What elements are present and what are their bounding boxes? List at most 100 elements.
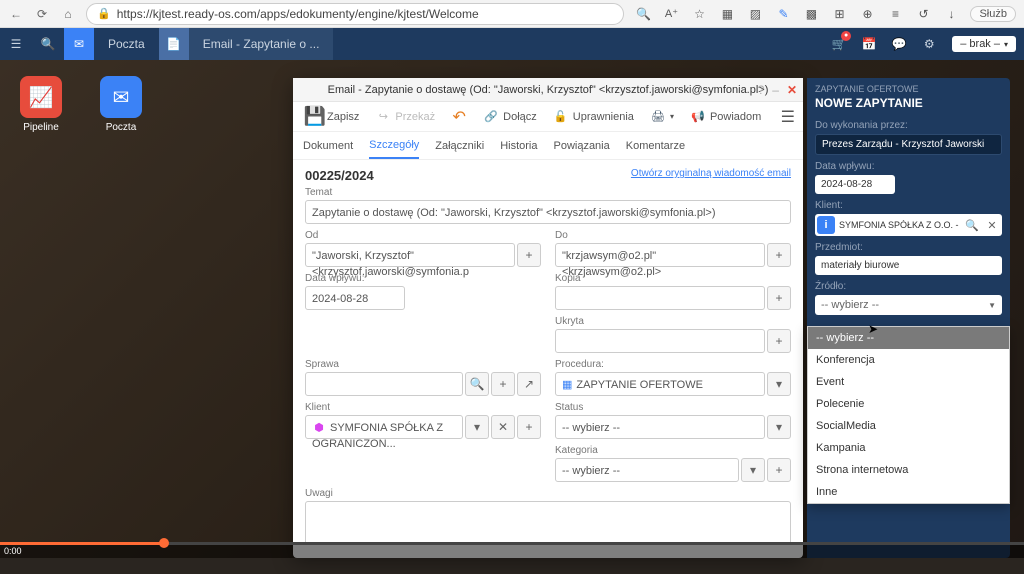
minimize-icon[interactable]: – (772, 83, 779, 97)
desktop-icon-poczta[interactable]: ✉ Poczta (96, 76, 146, 133)
close-icon[interactable]: ✕ (787, 83, 797, 97)
klient-dropdown-button[interactable]: ▾ (465, 415, 489, 439)
klient-clear-button[interactable]: ✕ (491, 415, 515, 439)
input-kategoria[interactable]: -- wybierz -- (555, 458, 739, 482)
input-przedmiot[interactable] (815, 256, 1002, 275)
add-sprawa-button[interactable]: + (491, 372, 515, 396)
dd-item-kampania[interactable]: Kampania (808, 437, 1009, 459)
select-zrodlo[interactable]: -- wybierz --▼ (815, 295, 1002, 315)
dd-item-wybierz[interactable]: -- wybierz -- (808, 327, 1009, 349)
dd-item-strona[interactable]: Strona internetowa (808, 459, 1009, 481)
zoom-icon[interactable]: 🔍 (634, 5, 652, 23)
megaphone-icon: 📢 (690, 109, 706, 125)
label-uwagi: Uwagi (305, 488, 791, 499)
side-klient-search-icon[interactable]: 🔍 (964, 217, 980, 233)
label-temat: Temat (305, 187, 791, 198)
ext1-icon[interactable]: ▦ (718, 5, 736, 23)
chat-icon[interactable]: 💬 (884, 28, 914, 60)
input-do[interactable]: "krzjawsym@o2.pl" <krzjawsym@o2.pl> (555, 243, 765, 267)
read-aloud-icon[interactable]: A⁺ (662, 5, 680, 23)
input-s-data[interactable] (815, 175, 895, 194)
calendar-icon[interactable]: 📅 (854, 28, 884, 60)
add-ukryta-button[interactable]: + (767, 329, 791, 353)
org-icon[interactable]: ⚙ (914, 28, 944, 60)
reply-button[interactable]: ↶ (445, 106, 473, 128)
more-menu-icon[interactable]: ☰ (781, 107, 795, 127)
tab-historia[interactable]: Historia (500, 134, 537, 158)
goto-sprawa-button[interactable]: ↗ (517, 372, 541, 396)
history-icon[interactable]: ↺ (914, 5, 932, 23)
desktop-icon-pipeline[interactable]: 📈 Pipeline (16, 76, 66, 133)
label-do-wykonania: Do wykonania przez: (815, 120, 1002, 131)
collections-icon[interactable]: ⊕ (858, 5, 876, 23)
video-scrubber[interactable]: 0:00 (0, 542, 1024, 558)
kategoria-dropdown-button[interactable]: ▾ (741, 458, 765, 482)
input-temat[interactable]: Zapytanie o dostawę (Od: "Jaworski, Krzy… (305, 200, 791, 224)
brak-selector[interactable]: – brak –▾ (952, 36, 1016, 52)
open-original-link[interactable]: Otwórz oryginalną wiadomość email (631, 168, 791, 179)
klient-add-button[interactable]: + (517, 415, 541, 439)
app-header: ☰ 🔍 ✉ Poczta 📄 Email - Zapytanie o ... 🛒… (0, 28, 1024, 60)
dd-item-socialmedia[interactable]: SocialMedia (808, 415, 1009, 437)
refresh-icon[interactable]: ⟳ (34, 6, 50, 22)
procedura-dropdown-button[interactable]: ▾ (767, 372, 791, 396)
document-icon: 📄 (159, 28, 189, 60)
input-ukryta[interactable] (555, 329, 765, 353)
downloads-icon[interactable]: ↓ (942, 5, 960, 23)
back-icon[interactable]: ← (8, 6, 24, 22)
side-klient-clear-icon[interactable]: ✕ (984, 217, 1000, 233)
wand-icon[interactable]: ✎ (774, 5, 792, 23)
search-sprawa-button[interactable]: 🔍 (465, 372, 489, 396)
input-od[interactable]: "Jaworski, Krzysztof" <krzysztof.jaworsk… (305, 243, 515, 267)
search-icon[interactable]: 🔍 (32, 28, 64, 60)
input-data-wplywu[interactable]: 2024-08-28 (305, 286, 405, 310)
menu-icon[interactable]: ☰ (0, 28, 32, 60)
mail-module-icon[interactable]: ✉ (64, 28, 94, 60)
tab-szczegoly[interactable]: Szczegóły (369, 133, 419, 159)
help-icon[interactable]: ? (758, 83, 765, 97)
forward-icon: ↪ (375, 109, 391, 125)
input-kopia[interactable] (555, 286, 765, 310)
dd-item-polecenie[interactable]: Polecenie (808, 393, 1009, 415)
add-do-button[interactable]: + (767, 243, 791, 267)
save-icon: 💾 (307, 109, 323, 125)
home-icon[interactable]: ⌂ (60, 6, 76, 22)
dd-item-konferencja[interactable]: Konferencja (808, 349, 1009, 371)
label-klient: Klient (305, 402, 541, 413)
input-procedura[interactable]: ▦ZAPYTANIE OFERTOWE (555, 372, 765, 396)
permissions-button[interactable]: 🔓Uprawnienia (547, 106, 640, 128)
label-s-data-wplywu: Data wpływu: (815, 161, 1002, 172)
ext2-icon[interactable]: ▨ (746, 5, 764, 23)
notifications-icon[interactable]: 🛒● (824, 28, 854, 60)
status-dropdown-button[interactable]: ▾ (767, 415, 791, 439)
forward-button[interactable]: ↪Przekaż (369, 106, 441, 128)
tab-dokument[interactable]: Dokument (303, 134, 353, 158)
tab-komentarze[interactable]: Komentarze (626, 134, 685, 158)
input-status[interactable]: -- wybierz -- (555, 415, 765, 439)
profile-badge[interactable]: Służb (970, 6, 1016, 22)
add-od-button[interactable]: + (517, 243, 541, 267)
side-klient-field[interactable]: i SYMFONIA SPÓŁKA Z O.O. - Aleje 🔍 ✕ (815, 214, 1002, 236)
ext4-icon[interactable]: ⊞ (830, 5, 848, 23)
kategoria-add-button[interactable]: + (767, 458, 791, 482)
save-button[interactable]: 💾Zapisz (301, 106, 365, 128)
tab-poczta[interactable]: Poczta (94, 28, 159, 60)
url-bar[interactable]: 🔒 https://kjtest.ready-os.com/apps/edoku… (86, 3, 624, 25)
document-number: 00225/2024 (305, 168, 374, 183)
input-klient[interactable]: ⬢SYMFONIA SPÓŁKA Z OGRANICZON... (305, 415, 463, 439)
ext3-icon[interactable]: ▩ (802, 5, 820, 23)
add-kopia-button[interactable]: + (767, 286, 791, 310)
dd-item-inne[interactable]: Inne (808, 481, 1009, 503)
tab-zalaczniki[interactable]: Załączniki (435, 134, 484, 158)
attach-button[interactable]: 🔗Dołącz (477, 106, 543, 128)
input-uwagi[interactable] (305, 501, 791, 545)
favorite-icon[interactable]: ☆ (690, 5, 708, 23)
ext5-icon[interactable]: ≡ (886, 5, 904, 23)
tab-powiazania[interactable]: Powiązania (553, 134, 609, 158)
print-button[interactable]: 🖨▾ (644, 106, 680, 128)
tab-email[interactable]: Email - Zapytanie o ... (189, 28, 334, 60)
dd-item-event[interactable]: Event (808, 371, 1009, 393)
desktop: 📈 Pipeline ✉ Poczta Email - Zapytanie o … (0, 60, 1024, 558)
notify-button[interactable]: 📢Powiadom (684, 106, 767, 128)
input-sprawa[interactable] (305, 372, 463, 396)
